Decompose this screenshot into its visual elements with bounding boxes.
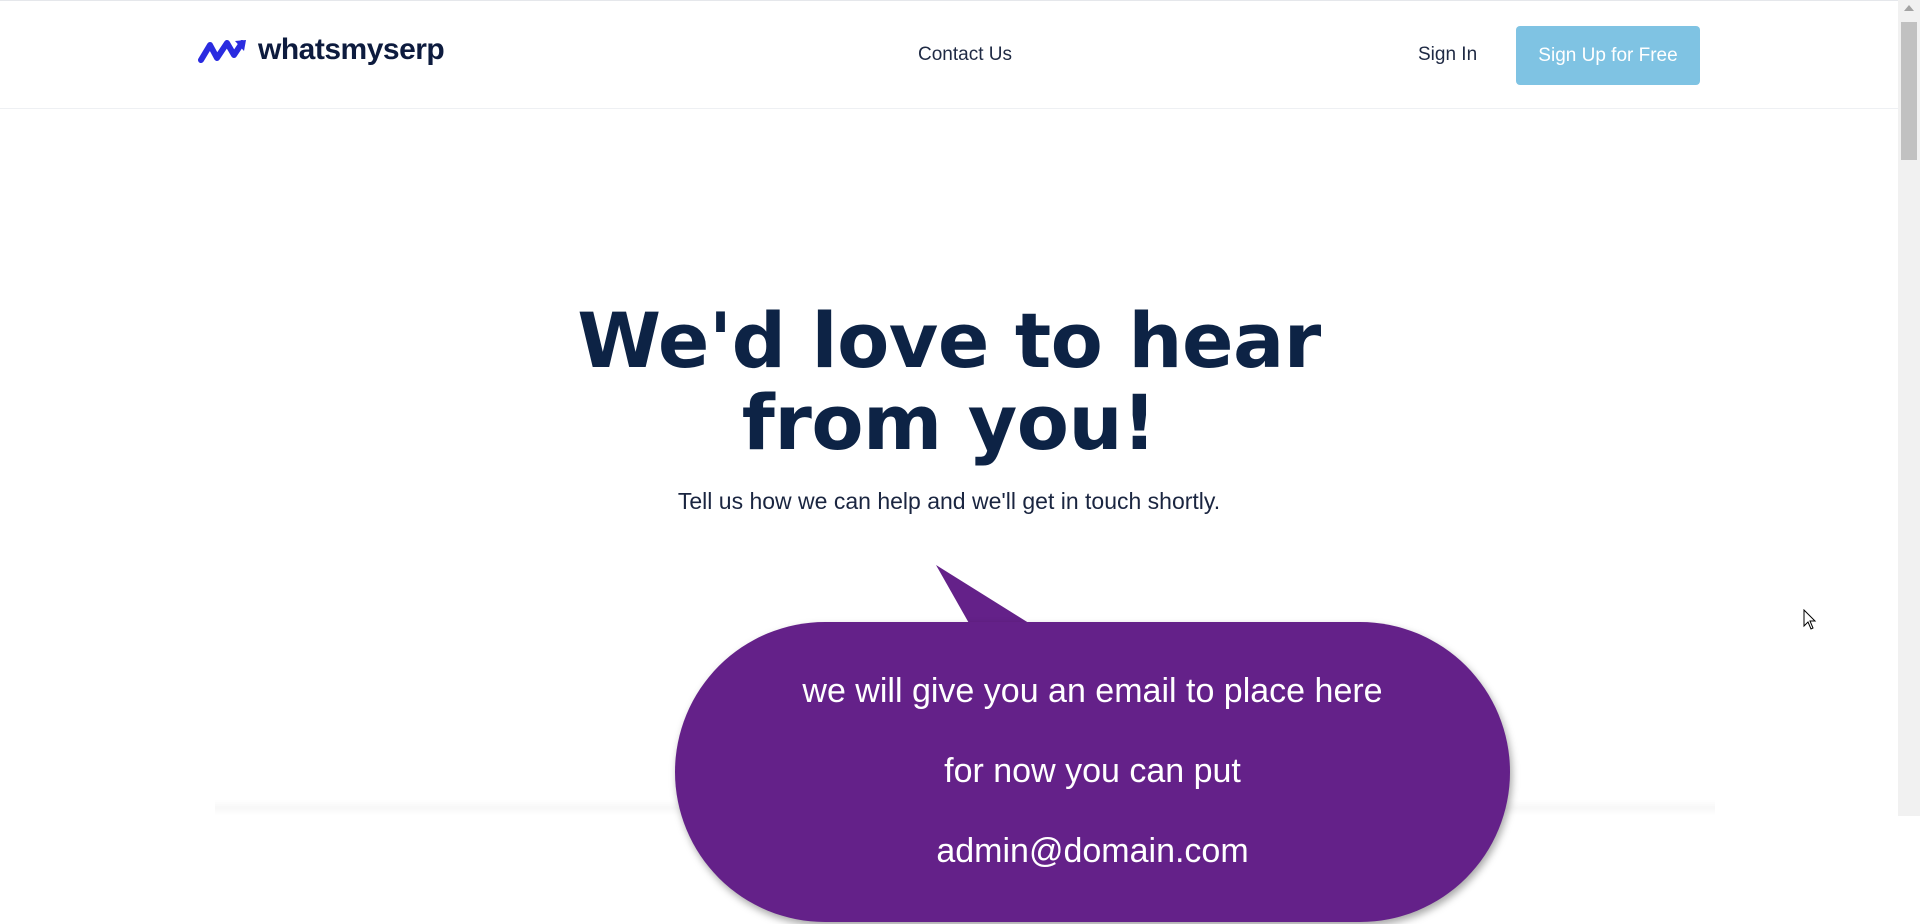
logo-text: whatsmyserp <box>258 33 445 66</box>
mouse-cursor-icon <box>1803 609 1817 630</box>
nav-sign-in-link[interactable]: Sign In <box>1418 44 1477 66</box>
callout-bubble: we will give you an email to place here … <box>675 622 1510 922</box>
callout-tail-icon <box>936 565 1032 625</box>
hero-title-line-2: from you! <box>741 378 1157 467</box>
callout-line-2: for now you can put <box>944 752 1241 790</box>
hero-title: We'd love to hear from you! <box>540 300 1358 464</box>
logo-link[interactable]: whatsmyserp <box>198 33 445 67</box>
logo-mark-icon <box>198 40 246 63</box>
hero-title-line-1: We'd love to hear <box>577 296 1321 385</box>
page: whatsmyserp Contact Us Sign In Sign Up f… <box>0 0 1920 924</box>
callout-line-1: we will give you an email to place here <box>802 672 1383 710</box>
scroll-up-arrow-icon[interactable] <box>1904 5 1914 11</box>
hero-subtitle: Tell us how we can help and we'll get in… <box>677 488 1221 514</box>
site-header: whatsmyserp Contact Us Sign In Sign Up f… <box>0 0 1898 109</box>
sign-up-button[interactable]: Sign Up for Free <box>1516 26 1700 85</box>
callout-line-3: admin@domain.com <box>936 832 1249 870</box>
scrollbar-thumb[interactable] <box>1901 22 1917 160</box>
nav-contact-us-link[interactable]: Contact Us <box>918 44 1012 66</box>
